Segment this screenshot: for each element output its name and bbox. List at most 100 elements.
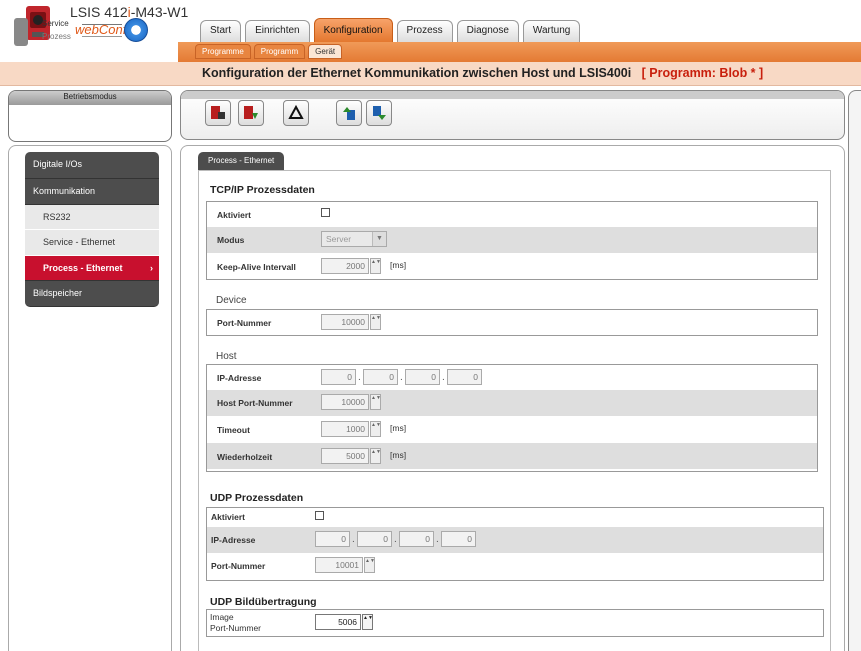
recycle-icon: [288, 104, 304, 119]
ip-separator: .: [442, 372, 445, 383]
tab-wartung[interactable]: Wartung: [522, 20, 581, 42]
udp-image-box: [206, 609, 824, 637]
udp-image-port-label: Image Port-Nummer: [210, 612, 262, 633]
udp-ip-octet-4[interactable]: 0: [441, 531, 476, 547]
recycle-button[interactable]: [283, 100, 309, 126]
tcp-keepalive-input[interactable]: 2000: [321, 258, 369, 274]
mode-switch-knob[interactable]: [124, 18, 148, 42]
panel-header: [181, 91, 844, 99]
row-timeout: [207, 416, 817, 442]
tcp-keepalive-spinner[interactable]: ▲▼: [370, 258, 381, 274]
host-ip-octet-4[interactable]: 0: [447, 369, 482, 385]
sidebar-item-bildspeicher[interactable]: Bildspeicher: [25, 281, 159, 307]
wiederholzeit-unit: [ms]: [390, 450, 407, 460]
row-udp-ip: [207, 527, 823, 553]
timeout-input[interactable]: 1000: [321, 421, 369, 437]
udp-section-title: UDP Prozessdaten: [210, 492, 304, 504]
tab-prozess[interactable]: Prozess: [396, 20, 453, 42]
tcp-keepalive-unit: [ms]: [390, 260, 407, 270]
device-icon: [14, 18, 28, 46]
tcp-section-title: TCP/IP Prozessdaten: [210, 184, 315, 196]
ip-separator: .: [394, 534, 397, 545]
row-modus: [207, 227, 817, 253]
udp-port-label: Port-Nummer: [211, 561, 266, 571]
host-port-input[interactable]: 10000: [321, 394, 369, 410]
host-ip-octet-3[interactable]: 0: [405, 369, 440, 385]
host-ip-octet-2[interactable]: 0: [363, 369, 398, 385]
tab-start[interactable]: Start: [200, 20, 242, 42]
tab-diagnose[interactable]: Diagnose: [456, 20, 519, 42]
row-wiederholzeit: [207, 443, 817, 469]
subtab-geraet[interactable]: Gerät: [308, 44, 343, 59]
right-collapsed-panel: [848, 90, 861, 651]
device-port-spinner[interactable]: ▲▼: [370, 314, 381, 330]
sidebar-nav: Digitale I/Os Kommunikation RS232 Servic…: [25, 152, 159, 307]
timeout-spinner[interactable]: ▲▼: [370, 421, 381, 437]
udp-ip-octet-3[interactable]: 0: [399, 531, 434, 547]
subtab-programm[interactable]: Programm: [253, 44, 306, 59]
udp-image-port-input[interactable]: 5006: [315, 614, 361, 630]
udp-image-section-title: UDP Bildübertragung: [210, 596, 317, 608]
mode-title: Betriebsmodus: [63, 92, 117, 101]
ip-separator: .: [358, 372, 361, 383]
udp-port-spinner[interactable]: ▲▼: [364, 557, 375, 573]
host-port-label: Host Port-Nummer: [217, 398, 293, 408]
device-port-input[interactable]: 10000: [321, 314, 369, 330]
device-group-title: Device: [216, 295, 247, 306]
upload-button[interactable]: [336, 100, 362, 126]
upload-icon: [343, 107, 355, 120]
udp-ip-label: IP-Adresse: [211, 535, 256, 545]
device-name: LSIS 412i-M43-W1: [70, 4, 189, 20]
udp-ip-octet-1[interactable]: 0: [315, 531, 350, 547]
tab-konfiguration[interactable]: Konfiguration: [313, 18, 393, 42]
operating-mode-panel: Betriebsmodus: [8, 90, 172, 142]
udp-ip-octet-2[interactable]: 0: [357, 531, 392, 547]
download-button[interactable]: [366, 100, 392, 126]
mode-service-label: Service: [42, 19, 69, 28]
udp-aktiviert-checkbox[interactable]: [315, 511, 324, 520]
wiederholzeit-spinner[interactable]: ▲▼: [370, 448, 381, 464]
row-ip: [207, 365, 817, 391]
device-port-label: Port-Nummer: [217, 318, 272, 328]
page-title: Konfiguration der Ethernet Kommunikation…: [202, 66, 764, 80]
tab-einrichten[interactable]: Einrichten: [245, 20, 310, 42]
chevron-right-icon: ›: [150, 262, 153, 273]
sidebar-item-digitale-ios[interactable]: Digitale I/Os: [25, 152, 159, 179]
host-port-spinner[interactable]: ▲▼: [370, 394, 381, 410]
chevron-down-icon: ▼: [372, 232, 386, 246]
sidebar-item-process-ethernet[interactable]: Process - Ethernet ›: [25, 255, 159, 281]
sidebar-item-service-ethernet[interactable]: Service - Ethernet: [25, 230, 159, 256]
sidebar-item-rs232[interactable]: RS232: [25, 204, 159, 230]
host-ip-octet-1[interactable]: 0: [321, 369, 356, 385]
device-box: [206, 309, 818, 336]
udp-port-input[interactable]: 10001: [315, 557, 363, 573]
row-host-port: [207, 390, 817, 416]
ip-separator: .: [352, 534, 355, 545]
sidebar-item-label: Process - Ethernet: [43, 262, 123, 273]
mode-prozess-label: Prozess: [42, 32, 71, 41]
download-icon: [373, 106, 386, 120]
program-indicator: [ Programm: Blob * ]: [641, 66, 764, 80]
main-tabs: Start Einrichten Konfiguration Prozess D…: [200, 18, 581, 44]
subtab-programme[interactable]: Programme: [195, 44, 251, 59]
tcp-keepalive-label: Keep-Alive Intervall: [217, 262, 296, 272]
wiederholzeit-input[interactable]: 5000: [321, 448, 369, 464]
wiederholzeit-label: Wiederholzeit: [217, 452, 273, 462]
tab-process-ethernet[interactable]: Process - Ethernet: [198, 152, 285, 170]
timeout-unit: [ms]: [390, 423, 407, 433]
sidebar-item-kommunikation[interactable]: Kommunikation: [25, 179, 159, 205]
row-aktiviert: [207, 202, 817, 228]
tcp-modus-label: Modus: [217, 235, 245, 245]
load-from-device-button[interactable]: [238, 100, 264, 126]
tcp-modus-select[interactable]: Server ▼: [321, 231, 387, 247]
tcp-aktiviert-checkbox[interactable]: [321, 208, 330, 217]
divider: [82, 36, 122, 37]
tcp-aktiviert-label: Aktiviert: [217, 210, 252, 220]
udp-image-port-spinner[interactable]: ▲▼: [362, 614, 373, 630]
row-keepalive: [207, 253, 817, 279]
toolbar: [180, 90, 845, 140]
save-to-device-icon: [211, 106, 225, 119]
save-to-device-button[interactable]: [205, 100, 231, 126]
host-ip-label: IP-Adresse: [217, 373, 262, 383]
load-from-device-icon: [244, 106, 258, 119]
